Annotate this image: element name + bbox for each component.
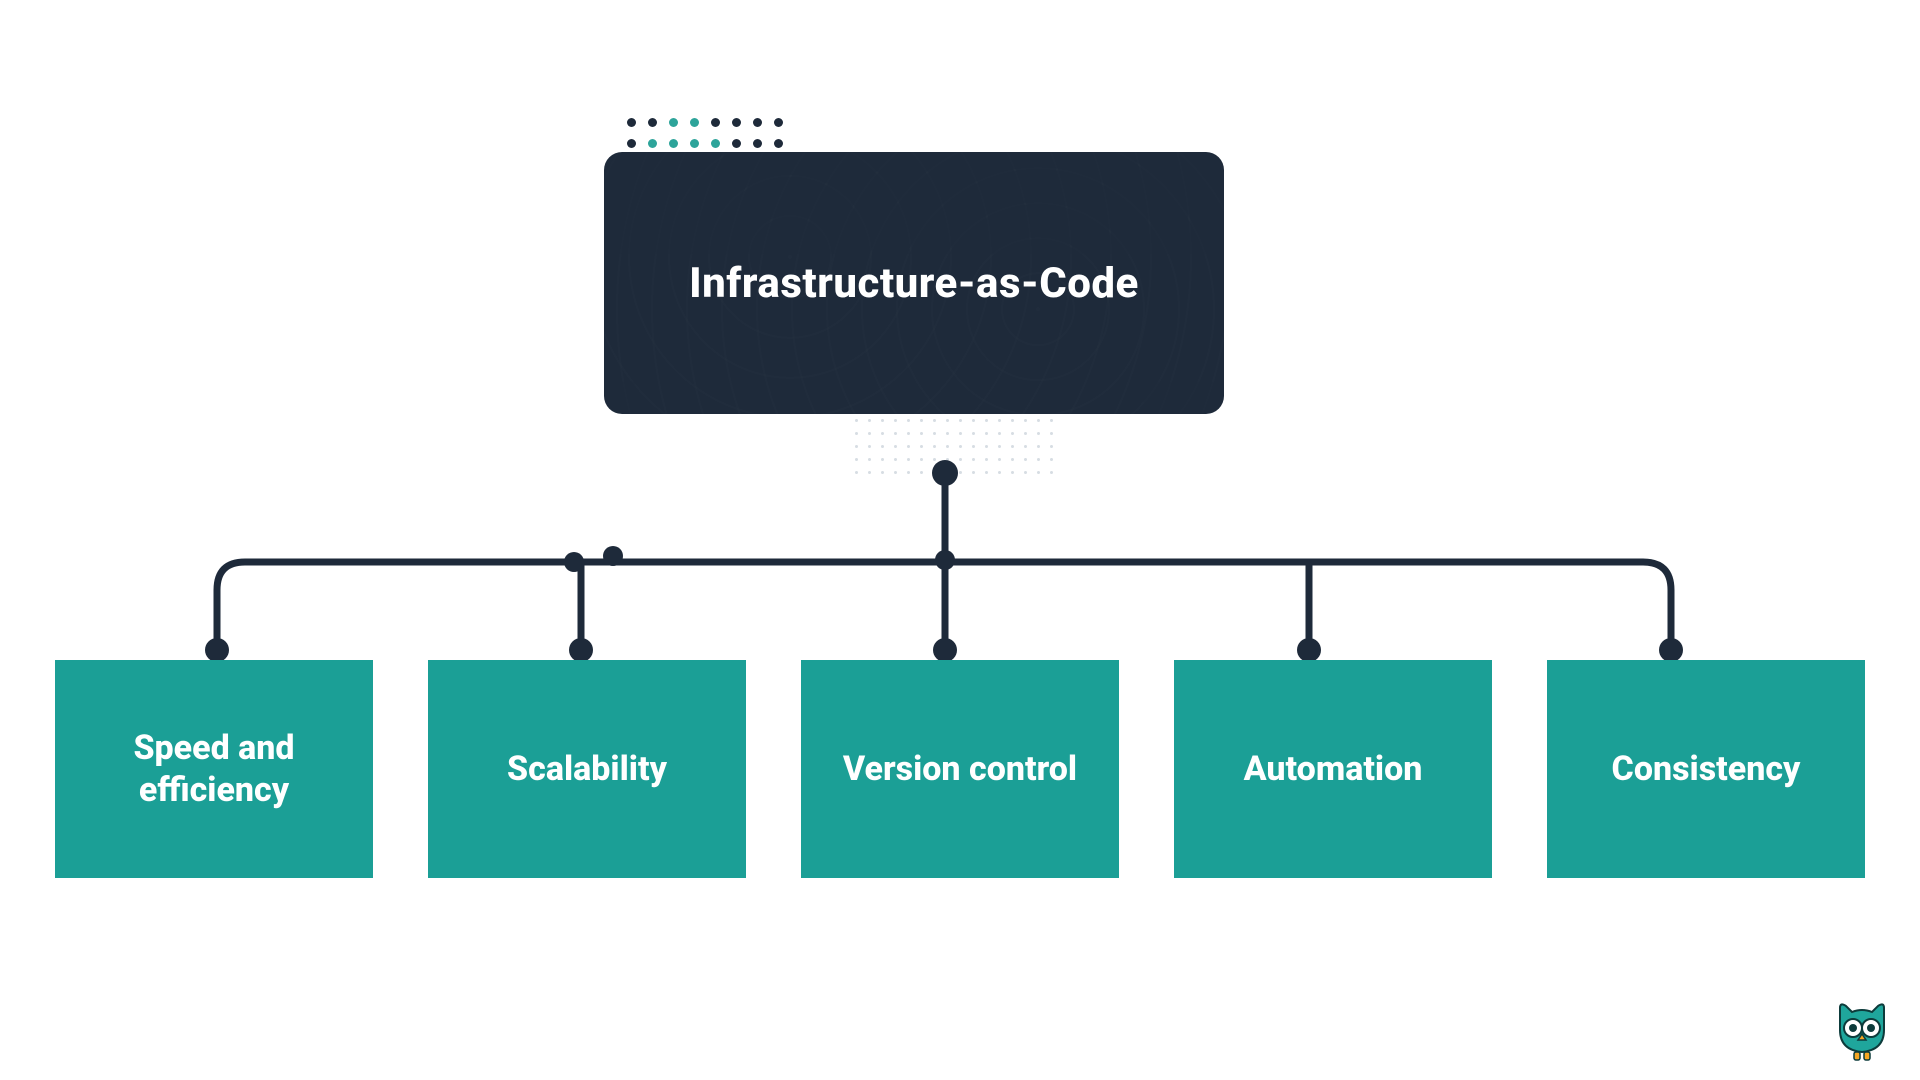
diagram-canvas: Infrastructure-as-Code Sp: [0, 0, 1920, 1080]
root-node: Infrastructure-as-Code: [604, 152, 1224, 414]
child-node-consistency: Consistency: [1547, 660, 1865, 878]
child-node-speed-efficiency: Speed and efficiency: [55, 660, 373, 878]
child-label: Speed and efficiency: [75, 727, 353, 812]
child-label: Scalability: [507, 748, 667, 791]
child-label: Version control: [843, 748, 1077, 791]
root-label: Infrastructure-as-Code: [689, 259, 1139, 308]
children-row: Speed and efficiency Scalability Version…: [55, 660, 1865, 878]
owl-logo-icon: [1834, 1002, 1890, 1064]
child-node-scalability: Scalability: [428, 660, 746, 878]
child-label: Consistency: [1612, 748, 1801, 791]
child-label: Automation: [1244, 748, 1423, 791]
child-node-version-control: Version control: [801, 660, 1119, 878]
child-node-automation: Automation: [1174, 660, 1492, 878]
